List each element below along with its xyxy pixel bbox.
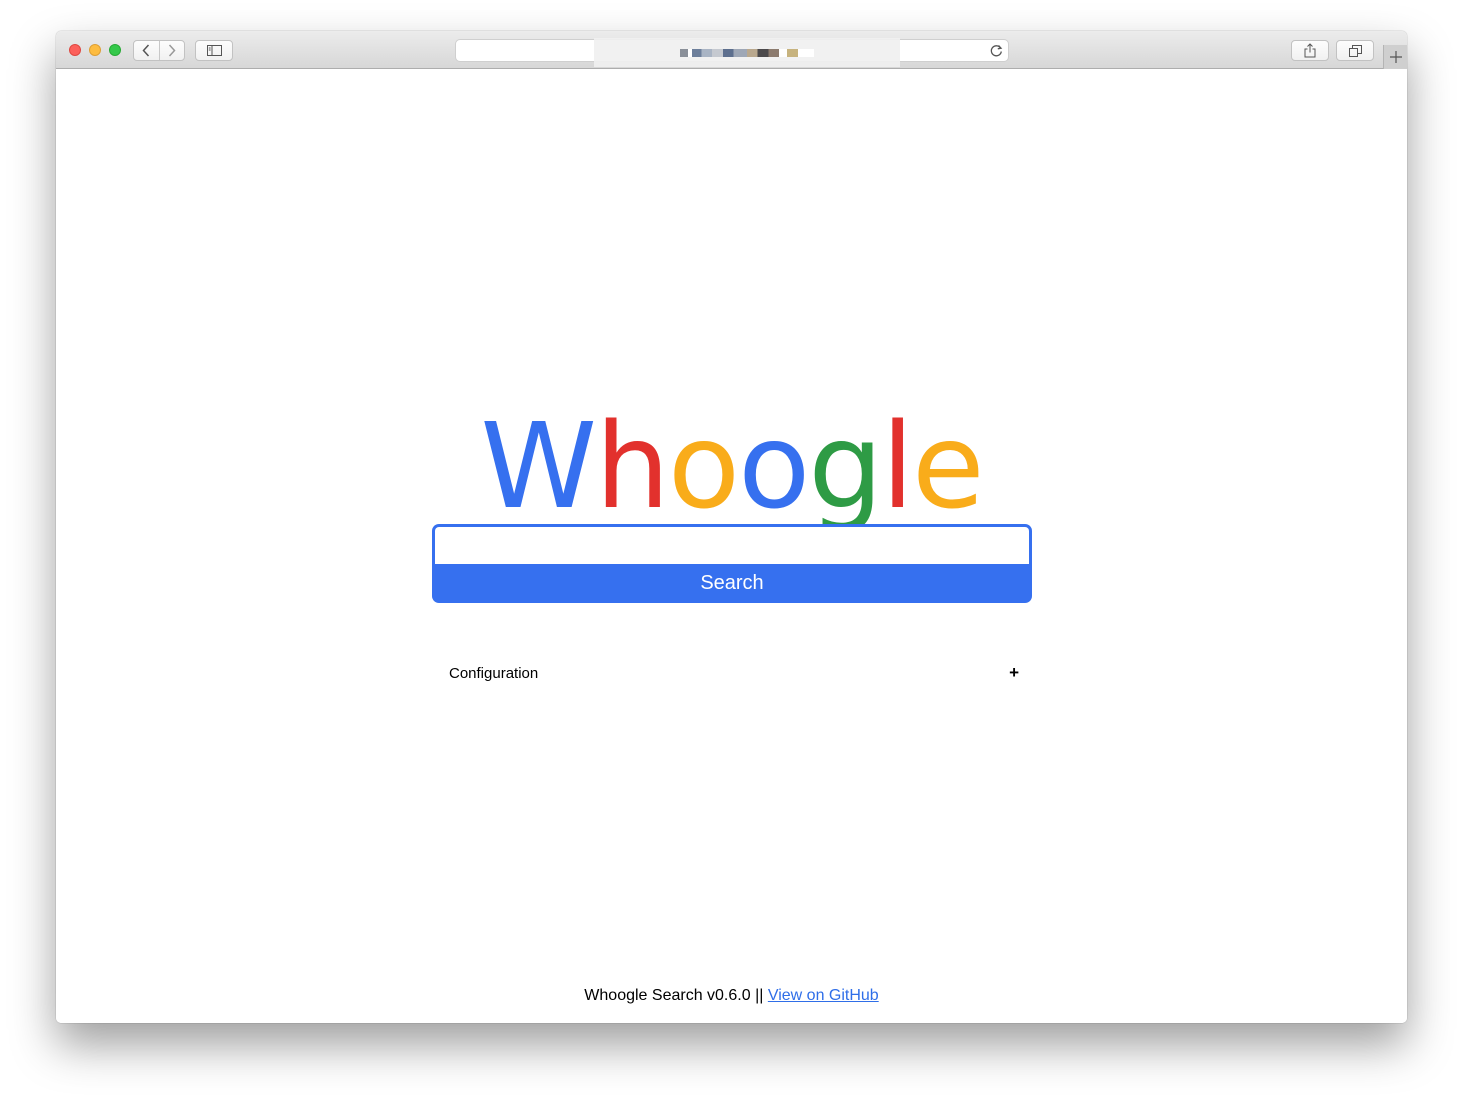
search-form: Search	[432, 524, 1032, 603]
chevron-left-icon	[142, 44, 150, 57]
redacted-url	[594, 38, 900, 67]
new-tab-button[interactable]	[1383, 45, 1407, 69]
page-content: Whoogle Search Configuration + Whoogle S…	[56, 69, 1407, 1023]
close-window-button[interactable]	[69, 44, 81, 56]
chevron-right-icon	[168, 44, 176, 57]
address-bar[interactable]	[455, 38, 1009, 67]
logo-letter: o	[738, 397, 810, 535]
logo-letter: g	[808, 397, 883, 535]
configuration-label: Configuration	[449, 665, 539, 682]
redacted-url-pixels	[680, 48, 814, 57]
search-button[interactable]: Search	[432, 564, 1032, 603]
logo-letter: W	[480, 397, 597, 535]
search-input[interactable]	[432, 524, 1032, 566]
browser-window: Whoogle Search Configuration + Whoogle S…	[56, 31, 1407, 1023]
logo-letter: h	[595, 397, 670, 535]
whoogle-logo: Whoogle	[56, 407, 1407, 525]
history-nav-group	[133, 40, 185, 61]
configuration-expand-toggle[interactable]: +	[1009, 663, 1019, 683]
github-link[interactable]: View on GitHub	[768, 987, 879, 1004]
configuration-section[interactable]: Configuration +	[449, 662, 1019, 686]
minimize-window-button[interactable]	[89, 44, 101, 56]
show-all-tabs-button[interactable]	[1336, 40, 1374, 61]
plus-icon	[1389, 51, 1402, 63]
zoom-window-button[interactable]	[109, 44, 121, 56]
logo-letter: o	[667, 397, 740, 535]
share-button[interactable]	[1291, 40, 1329, 61]
sidebar-icon	[206, 45, 222, 56]
logo-letter: e	[911, 397, 985, 535]
footer: Whoogle Search v0.6.0 || View on GitHub	[56, 987, 1407, 1005]
version-text: Whoogle Search v0.6.0 ||	[584, 987, 764, 1004]
reload-icon[interactable]	[989, 43, 1004, 58]
back-button[interactable]	[134, 41, 160, 60]
browser-toolbar	[56, 31, 1407, 69]
share-icon	[1304, 43, 1316, 58]
logo-letter: l	[881, 397, 914, 535]
sidebar-toggle-button[interactable]	[195, 40, 233, 61]
forward-button[interactable]	[160, 41, 185, 60]
tabs-overview-icon	[1348, 44, 1362, 57]
